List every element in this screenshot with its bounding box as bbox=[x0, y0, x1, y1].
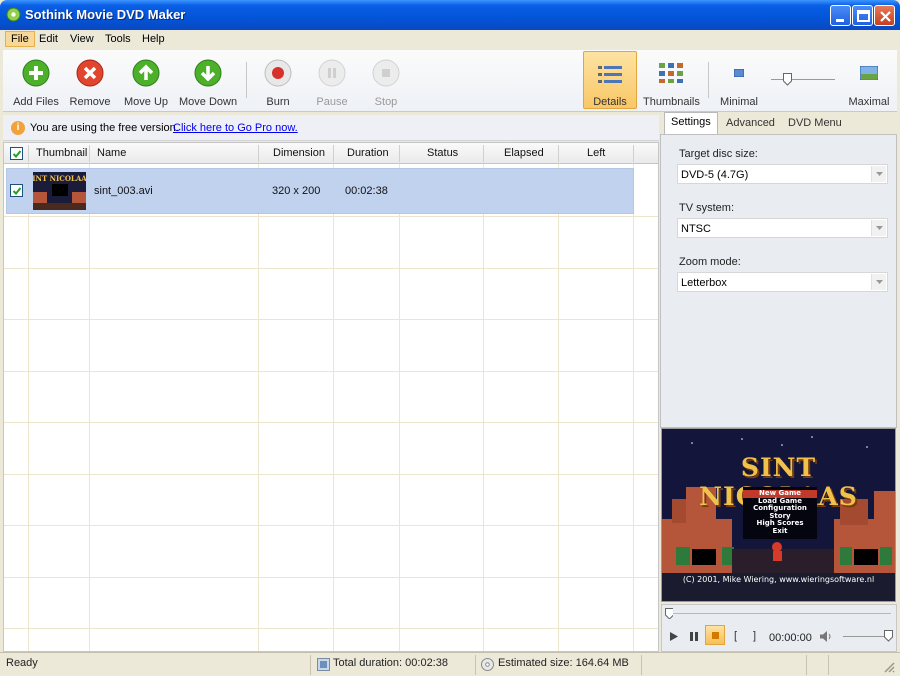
thumbnails-view-button[interactable]: Thumbnails bbox=[643, 50, 700, 112]
column-left[interactable]: Left bbox=[587, 147, 605, 159]
tv-system-label: TV system: bbox=[679, 202, 735, 214]
seek-thumb[interactable] bbox=[665, 608, 673, 619]
list-header: Thumbnail Name Dimension Duration Status… bbox=[4, 143, 658, 164]
chevron-down-icon bbox=[871, 274, 886, 290]
thumbnails-grid-icon bbox=[659, 63, 683, 83]
settings-panel: Settings Advanced DVD Menu Target disc s… bbox=[660, 112, 897, 428]
disc-icon bbox=[481, 658, 494, 671]
tab-settings[interactable]: Settings bbox=[664, 112, 718, 134]
maximal-button[interactable]: Maximal bbox=[845, 50, 893, 112]
menu-tools[interactable]: Tools bbox=[100, 32, 136, 46]
minimize-button[interactable] bbox=[830, 5, 851, 26]
file-duration: 00:02:38 bbox=[345, 185, 388, 197]
mark-out-button[interactable]: ] bbox=[753, 630, 756, 642]
file-dimension: 320 x 200 bbox=[272, 185, 321, 197]
remove-icon bbox=[76, 59, 104, 87]
large-screen-icon bbox=[860, 66, 878, 80]
select-all-checkbox[interactable] bbox=[10, 147, 23, 160]
burn-button[interactable]: Burn bbox=[259, 50, 297, 112]
stop-button[interactable]: Stop bbox=[367, 50, 405, 112]
zoom-mode-select[interactable]: Letterbox bbox=[677, 272, 888, 292]
small-screen-icon bbox=[734, 69, 744, 77]
time-display: 00:00:00 bbox=[769, 632, 812, 644]
file-name: sint_003.avi bbox=[94, 185, 153, 197]
play-icon[interactable] bbox=[670, 632, 678, 641]
row-checkbox[interactable] bbox=[10, 184, 23, 197]
stop-button[interactable] bbox=[705, 625, 725, 645]
column-name[interactable]: Name bbox=[97, 147, 126, 159]
chevron-down-icon bbox=[871, 166, 886, 182]
file-list: Thumbnail Name Dimension Duration Status… bbox=[3, 142, 659, 652]
maximize-button[interactable] bbox=[852, 5, 873, 26]
status-ready: Ready bbox=[6, 657, 38, 669]
minimal-button[interactable]: Minimal bbox=[717, 50, 761, 112]
target-disc-label: Target disc size: bbox=[679, 148, 758, 160]
column-duration[interactable]: Duration bbox=[347, 147, 389, 159]
move-down-button[interactable]: Move Down bbox=[179, 50, 237, 112]
tab-dvd-menu[interactable]: DVD Menu bbox=[782, 114, 848, 134]
column-status[interactable]: Status bbox=[427, 147, 458, 159]
chevron-down-icon bbox=[871, 220, 886, 236]
volume-thumb[interactable] bbox=[884, 630, 893, 642]
resize-grip-icon[interactable] bbox=[882, 660, 895, 673]
pause-icon bbox=[318, 59, 346, 87]
go-pro-link[interactable]: Click here to Go Pro now. bbox=[173, 122, 298, 134]
window-title: Sothink Movie DVD Maker bbox=[25, 7, 186, 22]
toolbar: Add Files Remove Move Up Move Down Burn … bbox=[3, 50, 897, 112]
menu-file[interactable]: File bbox=[5, 31, 35, 47]
target-disc-select[interactable]: DVD-5 (4.7G) bbox=[677, 164, 888, 184]
record-icon bbox=[264, 59, 292, 87]
toolbar-separator bbox=[708, 62, 709, 98]
arrow-down-icon bbox=[194, 59, 222, 87]
close-button[interactable] bbox=[874, 5, 895, 26]
total-duration: Total duration: 00:02:38 bbox=[333, 657, 448, 669]
pause-icon[interactable] bbox=[690, 632, 698, 641]
menu-view[interactable]: View bbox=[65, 32, 99, 46]
app-icon bbox=[6, 7, 21, 22]
video-thumbnail: SINT NICOLAAS bbox=[33, 172, 86, 210]
column-dimension[interactable]: Dimension bbox=[273, 147, 325, 159]
zoom-slider-track[interactable] bbox=[771, 79, 835, 80]
estimated-size: Estimated size: 164.64 MB bbox=[498, 657, 629, 669]
details-list-icon bbox=[598, 66, 622, 83]
tv-system-select[interactable]: NTSC bbox=[677, 218, 888, 238]
preview-game-menu: New Game Load Game Configuration Story H… bbox=[743, 487, 817, 539]
column-elapsed[interactable]: Elapsed bbox=[504, 147, 544, 159]
zoom-slider-thumb[interactable] bbox=[783, 73, 792, 86]
tab-advanced[interactable]: Advanced bbox=[720, 114, 781, 134]
add-files-button[interactable]: Add Files bbox=[11, 50, 61, 112]
column-thumbnail[interactable]: Thumbnail bbox=[36, 147, 87, 159]
toolbar-separator bbox=[246, 62, 247, 98]
stop-icon bbox=[712, 632, 719, 639]
volume-icon[interactable] bbox=[820, 631, 834, 642]
arrow-up-icon bbox=[132, 59, 160, 87]
player-controls: [ ] 00:00:00 bbox=[661, 604, 897, 652]
menu-bar: File Edit View Tools Help bbox=[3, 30, 897, 49]
zoom-mode-label: Zoom mode: bbox=[679, 256, 741, 268]
details-view-button[interactable]: Details bbox=[583, 51, 637, 109]
mark-in-button[interactable]: [ bbox=[734, 630, 737, 642]
menu-help[interactable]: Help bbox=[137, 32, 170, 46]
seek-bar[interactable] bbox=[666, 613, 891, 614]
svg-text:SINT NICOLAAS: SINT NICOLAAS bbox=[33, 174, 86, 183]
notice-text: You are using the free version. bbox=[30, 122, 179, 134]
title-bar: Sothink Movie DVD Maker bbox=[0, 0, 900, 30]
move-up-button[interactable]: Move Up bbox=[122, 50, 170, 112]
film-icon bbox=[317, 658, 330, 671]
info-icon: i bbox=[11, 121, 25, 135]
remove-button[interactable]: Remove bbox=[67, 50, 113, 112]
pause-button[interactable]: Pause bbox=[313, 50, 351, 112]
plus-icon bbox=[22, 59, 50, 87]
stop-icon bbox=[372, 59, 400, 87]
settings-content: Target disc size: DVD-5 (4.7G) TV system… bbox=[660, 134, 897, 428]
video-preview: SINT NICOLAAS New Game Load Game Configu… bbox=[661, 428, 896, 602]
menu-edit[interactable]: Edit bbox=[34, 32, 63, 46]
preview-copyright: (C) 2001, Mike Wiering, www.wieringsoftw… bbox=[682, 575, 875, 584]
free-version-notice: i You are using the free version. Click … bbox=[3, 115, 659, 141]
panel-tabs: Settings Advanced DVD Menu bbox=[660, 112, 897, 134]
status-bar: Ready Total duration: 00:02:38 Estimated… bbox=[0, 652, 900, 676]
